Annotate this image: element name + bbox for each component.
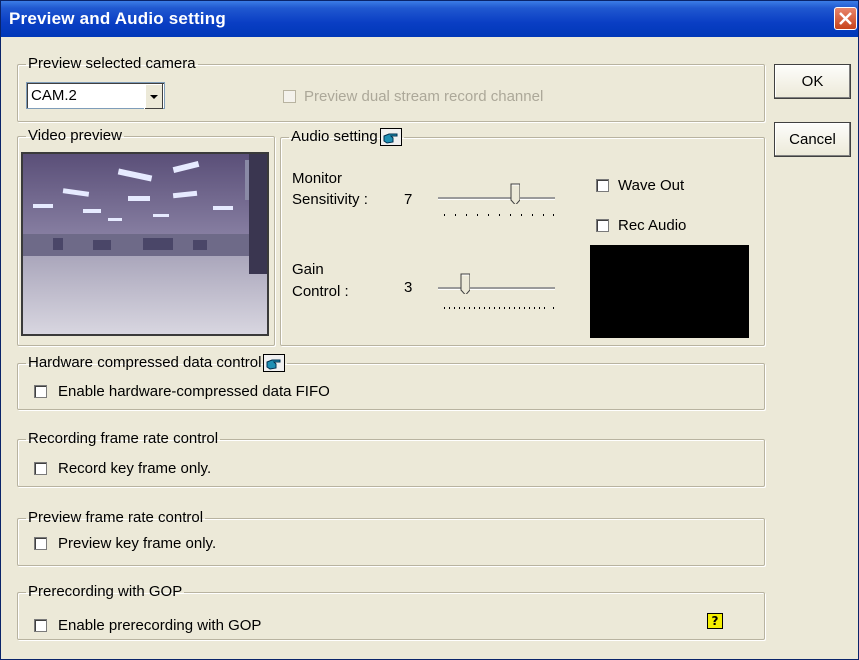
gain-slider-track[interactable] xyxy=(438,287,555,290)
hardware-fifo-checkbox[interactable] xyxy=(34,385,47,398)
recording-rate-group: Recording frame rate control xyxy=(17,431,765,487)
camera-select-dropdown[interactable] xyxy=(144,84,163,109)
dual-stream-label: Preview dual stream record channel xyxy=(304,88,544,105)
chevron-down-icon xyxy=(150,95,158,99)
hand-pointer-icon xyxy=(379,128,402,146)
ok-button[interactable]: OK xyxy=(774,64,851,99)
audio-level-display xyxy=(590,245,749,338)
monitor-label-line1: Monitor xyxy=(292,170,343,187)
hardware-fifo-label: Enable hardware-compressed data FIFO xyxy=(58,383,330,400)
gain-label-line2: Control : xyxy=(292,283,349,300)
gain-slider-ticks xyxy=(444,307,554,309)
preview-keyframe-label: Preview key frame only. xyxy=(58,535,217,552)
cancel-button[interactable]: Cancel xyxy=(774,122,851,157)
record-keyframe-label: Record key frame only. xyxy=(58,460,212,477)
gain-value: 3 xyxy=(404,279,413,296)
audio-setting-link[interactable] xyxy=(379,128,402,146)
dialog-body: Preview selected camera CAM.2 Preview du… xyxy=(1,37,858,659)
monitor-value: 7 xyxy=(404,191,413,208)
title-bar[interactable]: Preview and Audio setting xyxy=(1,1,858,37)
prerecording-label: Enable prerecording with GOP xyxy=(58,617,262,634)
help-icon[interactable]: ? xyxy=(707,613,723,629)
rec-audio-checkbox[interactable] xyxy=(596,219,609,232)
monitor-slider-thumb[interactable] xyxy=(510,183,520,204)
record-keyframe-checkbox[interactable] xyxy=(34,462,47,475)
hardware-compressed-group: Hardware compressed data control xyxy=(17,354,765,410)
window-title: Preview and Audio setting xyxy=(9,9,226,28)
dialog-window: Preview and Audio setting Preview select… xyxy=(0,0,859,660)
rec-audio-label: Rec Audio xyxy=(618,217,687,234)
close-icon xyxy=(839,12,852,25)
wave-out-label: Wave Out xyxy=(618,177,685,194)
camera-select[interactable]: CAM.2 xyxy=(26,82,165,109)
recording-rate-legend: Recording frame rate control xyxy=(28,430,219,447)
preview-keyframe-checkbox[interactable] xyxy=(34,537,47,550)
video-preview-image xyxy=(21,152,269,336)
hand-pointer-icon xyxy=(263,354,286,372)
monitor-label-line2: Sensitivity : xyxy=(292,191,368,208)
close-button[interactable] xyxy=(834,7,857,30)
camera-select-value: CAM.2 xyxy=(31,87,77,104)
hardware-compressed-link[interactable] xyxy=(263,354,286,372)
prerecording-legend: Prerecording with GOP xyxy=(28,583,183,600)
audio-setting-legend: Audio setting xyxy=(291,128,378,145)
gain-slider-thumb[interactable] xyxy=(460,273,470,294)
video-preview-frame xyxy=(23,154,267,334)
preview-rate-legend: Preview frame rate control xyxy=(28,509,204,526)
dual-stream-checkbox[interactable] xyxy=(283,90,296,103)
wave-out-checkbox[interactable] xyxy=(596,179,609,192)
monitor-slider-ticks xyxy=(444,214,554,216)
preview-camera-legend: Preview selected camera xyxy=(28,55,196,72)
prerecording-checkbox[interactable] xyxy=(34,619,47,632)
hardware-compressed-legend: Hardware compressed data control xyxy=(28,354,262,371)
gain-label-line1: Gain xyxy=(292,261,324,278)
video-preview-legend: Video preview xyxy=(28,127,122,144)
monitor-slider-track[interactable] xyxy=(438,197,555,200)
